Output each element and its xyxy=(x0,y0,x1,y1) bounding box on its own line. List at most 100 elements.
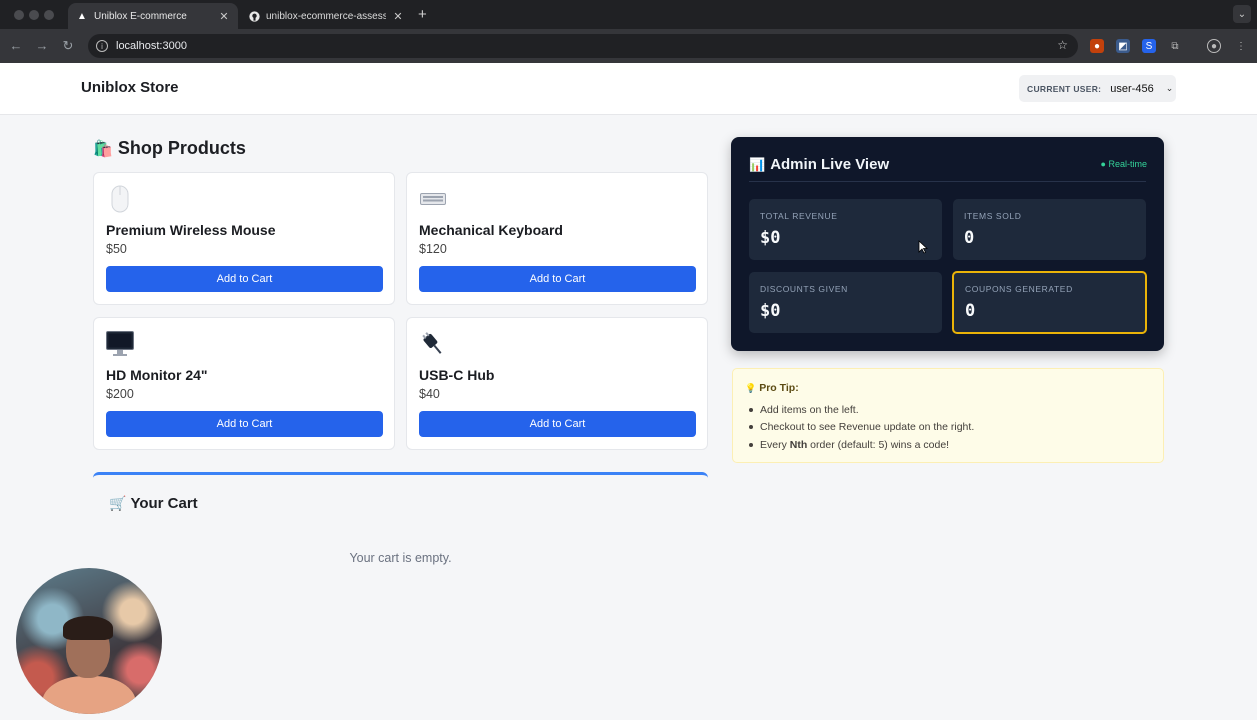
shopping-cart-icon: 🛒 xyxy=(109,495,127,511)
product-name: USB-C Hub xyxy=(419,367,495,383)
stat-items-sold: ITEMS SOLD 0 xyxy=(953,199,1146,260)
maximize-window-dot[interactable] xyxy=(44,10,54,20)
forward-icon[interactable]: → xyxy=(34,38,50,53)
tip-text: order (default: 5) wins a code! xyxy=(807,438,950,451)
browser-menu-icon[interactable]: ⋮ xyxy=(1234,39,1248,53)
new-tab-icon[interactable]: + xyxy=(418,6,427,23)
pro-tip-list: Add items on the left. Checkout to see R… xyxy=(749,401,974,454)
brand-title: Uniblox Store xyxy=(81,79,179,96)
extension-icon[interactable]: ◩ xyxy=(1116,39,1130,53)
bullet xyxy=(749,442,753,447)
product-card: Premium Wireless Mouse $50 Add to Cart xyxy=(93,172,395,305)
product-name: Mechanical Keyboard xyxy=(419,222,563,238)
user-label: CURRENT USER: xyxy=(1027,83,1102,94)
product-name: HD Monitor 24" xyxy=(106,367,208,383)
bookmark-star-icon[interactable]: ☆ xyxy=(1057,38,1068,52)
close-tab-icon[interactable]: ✕ xyxy=(392,10,404,23)
plug-icon xyxy=(419,330,447,358)
tip-bold-text: Nth xyxy=(789,438,808,451)
address-bar[interactable]: i localhost:3000 ☆ xyxy=(88,34,1078,58)
product-card: Mechanical Keyboard $120 Add to Cart xyxy=(406,172,708,305)
shop-title-text: Shop Products xyxy=(117,138,246,158)
lightbulb-icon: 💡 xyxy=(745,382,757,393)
reload-icon[interactable]: ↻ xyxy=(60,38,76,54)
add-to-cart-button[interactable]: Add to Cart xyxy=(419,266,696,292)
close-tab-icon[interactable]: ✕ xyxy=(218,10,230,23)
url-text: localhost:3000 xyxy=(116,40,187,52)
tab-search-icon[interactable]: ⌄ xyxy=(1233,5,1251,23)
product-price: $200 xyxy=(106,387,134,401)
stat-label: DISCOUNTS GIVEN xyxy=(760,284,848,294)
bar-chart-icon: 📊 xyxy=(749,156,766,172)
product-price: $120 xyxy=(419,242,447,256)
mouse-icon xyxy=(106,185,134,213)
divider xyxy=(749,181,1146,182)
product-card: HD Monitor 24" $200 Add to Cart xyxy=(93,317,395,450)
stat-value: $0 xyxy=(760,228,781,248)
tip-text: Checkout to see Revenue update on the ri… xyxy=(760,421,975,434)
bullet xyxy=(749,425,753,430)
add-to-cart-button[interactable]: Add to Cart xyxy=(106,411,383,437)
bullet xyxy=(749,407,753,412)
tip-text: Add items on the left. xyxy=(760,403,859,416)
tab-uniblox-ecommerce[interactable]: ▲ Uniblox E-commerce ✕ xyxy=(68,3,238,29)
tab-title: Uniblox E-commerce xyxy=(94,10,187,22)
stat-label: COUPONS GENERATED xyxy=(965,284,1073,294)
add-to-cart-button[interactable]: Add to Cart xyxy=(419,411,696,437)
shopping-bags-icon: 🛍️ xyxy=(93,140,113,158)
cart-panel: 🛒 Your Cart Your cart is empty. xyxy=(93,472,708,592)
product-price: $40 xyxy=(419,387,440,401)
monitor-icon xyxy=(106,330,134,358)
stat-coupons-generated: COUPONS GENERATED 0 xyxy=(952,271,1147,334)
stat-value: $0 xyxy=(760,301,781,321)
admin-title-text: Admin Live View xyxy=(770,156,890,173)
product-price: $50 xyxy=(106,242,127,256)
list-item: Add items on the left. xyxy=(749,401,974,419)
app-header: Uniblox Store CURRENT USER: user-456 ⌄ xyxy=(0,63,1257,115)
realtime-status-badge: ● Real-time xyxy=(1100,159,1147,169)
stat-value: 0 xyxy=(964,228,975,248)
stat-label: ITEMS SOLD xyxy=(964,211,1022,221)
tab-title: uniblox-ecommerce-assessm xyxy=(266,10,386,22)
webcam-overlay xyxy=(16,568,162,714)
stat-discounts-given: DISCOUNTS GIVEN $0 xyxy=(749,272,942,333)
keyboard-icon xyxy=(419,185,447,213)
browser-toolbar: ← → ↻ i localhost:3000 ☆ ● ◩ S ⧉ ● ⋮ xyxy=(0,29,1257,63)
site-info-icon[interactable]: i xyxy=(96,40,108,52)
minimize-window-dot[interactable] xyxy=(29,10,39,20)
stat-total-revenue: TOTAL REVENUE $0 xyxy=(749,199,942,260)
admin-title: 📊 Admin Live View xyxy=(749,156,889,173)
pro-tip-box: 💡 Pro Tip: Add items on the left. Checko… xyxy=(732,368,1164,463)
tip-text: Every xyxy=(760,438,790,451)
product-name: Premium Wireless Mouse xyxy=(106,222,276,238)
cart-title-text: Your Cart xyxy=(130,495,198,512)
close-window-dot[interactable] xyxy=(14,10,24,20)
list-item: Every Nth order (default: 5) wins a code… xyxy=(749,436,974,454)
extension-icon[interactable]: S xyxy=(1142,39,1156,53)
pro-tip-title: 💡 Pro Tip: xyxy=(745,382,799,394)
webcam-person-hair xyxy=(63,616,113,640)
github-icon xyxy=(248,10,260,22)
webcam-person-body xyxy=(42,676,136,714)
list-item: Checkout to see Revenue update on the ri… xyxy=(749,419,974,437)
cart-empty-message: Your cart is empty. xyxy=(349,551,452,565)
shop-section-title: 🛍️ Shop Products xyxy=(93,138,246,159)
user-value: user-456 xyxy=(1110,82,1154,95)
extension-icon[interactable]: ● xyxy=(1090,39,1104,53)
tab-github-repo[interactable]: uniblox-ecommerce-assessm ✕ xyxy=(240,3,412,29)
triangle-icon: ▲ xyxy=(77,10,87,22)
cart-title: 🛒 Your Cart xyxy=(109,495,198,512)
profile-icon[interactable]: ● xyxy=(1207,39,1221,53)
add-to-cart-button[interactable]: Add to Cart xyxy=(106,266,383,292)
extensions-puzzle-icon[interactable]: ⧉ xyxy=(1168,39,1182,53)
back-icon[interactable]: ← xyxy=(8,38,24,53)
stat-value: 0 xyxy=(965,301,976,321)
product-card: USB-C Hub $40 Add to Cart xyxy=(406,317,708,450)
chevron-down-icon: ⌄ xyxy=(1165,83,1174,93)
pro-tip-title-text: Pro Tip: xyxy=(759,382,799,394)
mouse-cursor-icon xyxy=(918,240,928,254)
stat-label: TOTAL REVENUE xyxy=(760,211,838,221)
user-selector[interactable]: CURRENT USER: user-456 ⌄ xyxy=(1019,75,1176,102)
admin-live-view-panel: 📊 Admin Live View ● Real-time TOTAL REVE… xyxy=(731,137,1164,351)
browser-tab-bar: ▲ Uniblox E-commerce ✕ uniblox-ecommerce… xyxy=(0,0,1257,29)
